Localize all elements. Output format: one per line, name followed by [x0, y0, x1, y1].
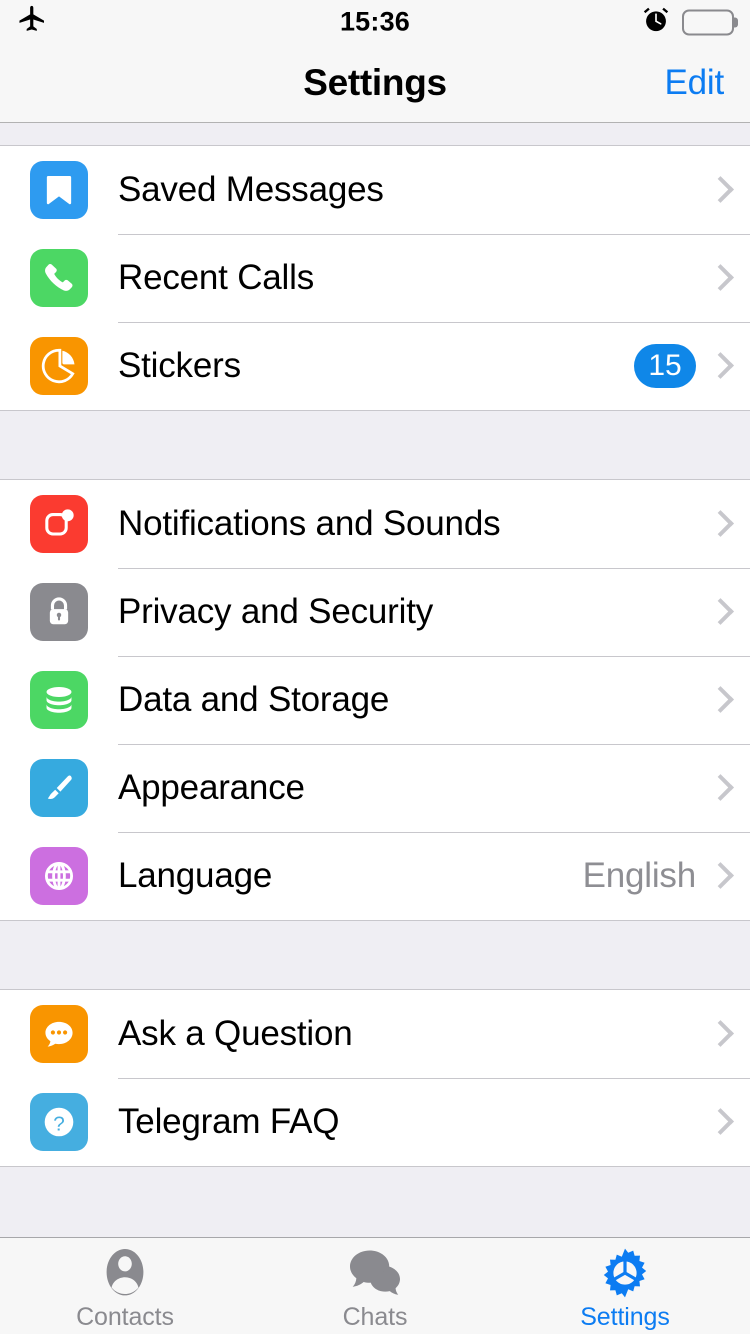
settings-list[interactable]: Saved Messages Recent Calls Stickers 15 …	[0, 124, 750, 1237]
navigation-bar: Settings Edit	[0, 44, 750, 123]
settings-row-recent-calls[interactable]: Recent Calls	[0, 234, 750, 322]
status-bar: 15:36	[0, 0, 750, 44]
settings-row-data-and-storage[interactable]: Data and Storage	[0, 656, 750, 744]
settings-row-accessory	[710, 510, 726, 538]
chevron-right-icon	[710, 1108, 726, 1136]
status-badge: 15	[634, 344, 696, 388]
tab-contacts[interactable]: Contacts	[0, 1238, 250, 1334]
settings-row-notifications-and-sounds[interactable]: Notifications and Sounds	[0, 480, 750, 568]
group-spacer-bottom	[0, 1166, 750, 1228]
edit-button[interactable]: Edit	[664, 63, 724, 103]
paintbrush-icon	[30, 759, 88, 817]
tab-chats[interactable]: Chats	[250, 1238, 500, 1334]
chevron-right-icon	[710, 264, 726, 292]
telegram-settings-screen: 15:36 Settings Edit Saved Messages Recen…	[0, 0, 750, 1334]
settings-row-saved-messages[interactable]: Saved Messages	[0, 146, 750, 234]
settings-row-stickers[interactable]: Stickers 15	[0, 322, 750, 410]
chevron-right-icon	[710, 1020, 726, 1048]
settings-row-label: Privacy and Security	[118, 592, 434, 631]
settings-group-1: Saved Messages Recent Calls Stickers 15	[0, 146, 750, 410]
language-value: English	[582, 856, 697, 895]
settings-row-privacy-and-security[interactable]: Privacy and Security	[0, 568, 750, 656]
settings-gear-icon	[599, 1247, 651, 1299]
settings-row-accessory	[710, 774, 726, 802]
settings-row-label: Stickers	[118, 346, 241, 385]
chevron-right-icon	[710, 686, 726, 714]
chevron-right-icon	[710, 862, 726, 890]
settings-row-appearance[interactable]: Appearance	[0, 744, 750, 832]
settings-row-label: Recent Calls	[118, 258, 315, 297]
status-bar-right	[642, 6, 738, 39]
settings-row-label: Data and Storage	[118, 680, 390, 719]
settings-row-telegram-faq[interactable]: ? Telegram FAQ	[0, 1078, 750, 1166]
database-icon	[30, 671, 88, 729]
globe-icon	[30, 847, 88, 905]
settings-row-label: Saved Messages	[118, 170, 384, 209]
settings-row-accessory	[710, 1020, 726, 1048]
chevron-right-icon	[710, 352, 726, 380]
tab-label: Chats	[342, 1302, 408, 1331]
sticker-icon	[30, 337, 88, 395]
page-title: Settings	[303, 62, 447, 103]
settings-row-label: Notifications and Sounds	[118, 504, 501, 543]
tab-settings[interactable]: Settings	[500, 1238, 750, 1334]
settings-row-label: Telegram FAQ	[118, 1102, 340, 1141]
group-spacer-2	[0, 920, 750, 990]
chats-bubbles-icon	[348, 1247, 402, 1299]
settings-row-accessory: English	[583, 856, 726, 896]
contacts-person-icon	[101, 1247, 149, 1299]
tab-bar: Contacts Chats Settings	[0, 1237, 750, 1334]
bookmark-icon	[30, 161, 88, 219]
settings-group-2: Notifications and Sounds Privacy and Sec…	[0, 480, 750, 920]
alarm-clock-icon	[642, 6, 670, 39]
chevron-right-icon	[710, 510, 726, 538]
settings-row-accessory	[710, 598, 726, 626]
question-mark-icon: ?	[30, 1093, 88, 1151]
chevron-right-icon	[710, 774, 726, 802]
settings-group-3: Ask a Question ? Telegram FAQ	[0, 990, 750, 1166]
chevron-right-icon	[710, 176, 726, 204]
settings-row-language[interactable]: Language English	[0, 832, 750, 920]
tab-label: Contacts	[76, 1302, 174, 1331]
group-spacer-1	[0, 410, 750, 480]
tab-label: Settings	[580, 1302, 670, 1331]
chevron-right-icon	[710, 598, 726, 626]
chat-bubble-icon	[30, 1005, 88, 1063]
settings-row-accessory	[710, 264, 726, 292]
group-spacer-top	[0, 124, 750, 146]
settings-row-accessory	[710, 686, 726, 714]
settings-row-label: Ask a Question	[118, 1014, 353, 1053]
svg-text:?: ?	[53, 1113, 65, 1136]
settings-row-accessory	[710, 176, 726, 204]
settings-row-accessory	[710, 1108, 726, 1136]
notification-icon	[30, 495, 88, 553]
battery-icon	[682, 9, 738, 35]
lock-icon	[30, 583, 88, 641]
settings-row-accessory: 15	[634, 344, 726, 388]
status-bar-time: 15:36	[339, 6, 411, 37]
settings-row-label: Appearance	[118, 768, 305, 807]
settings-row-ask-a-question[interactable]: Ask a Question	[0, 990, 750, 1078]
phone-icon	[30, 249, 88, 307]
settings-row-label: Language	[118, 856, 273, 895]
